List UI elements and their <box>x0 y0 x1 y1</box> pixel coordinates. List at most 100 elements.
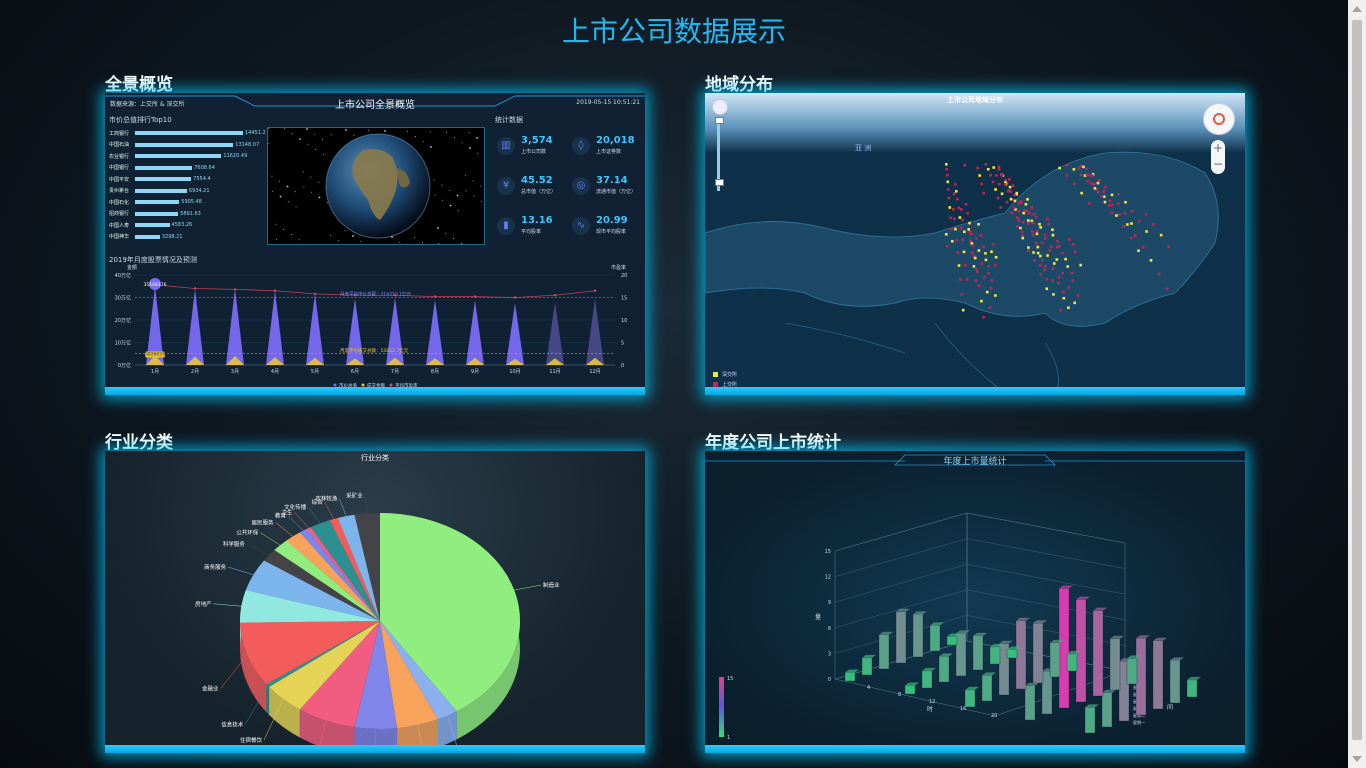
annual-bar <box>964 689 976 708</box>
star <box>445 232 447 234</box>
x-tick-label: 4 <box>867 685 870 691</box>
scroll-thumb[interactable] <box>1352 20 1362 740</box>
company-marker <box>1049 245 1053 249</box>
globe-toggle-icon[interactable] <box>712 99 728 115</box>
star <box>279 180 281 182</box>
ranking-name: 工商银行 <box>109 130 130 137</box>
star <box>345 129 347 131</box>
star <box>360 240 362 242</box>
china-map[interactable] <box>705 93 1245 395</box>
pie-slice-label: 商务服务 <box>204 563 227 571</box>
vertical-scrollbar[interactable] <box>1348 0 1366 768</box>
region-panel[interactable]: 上市公司地域分布 亚 洲 + − 深交所 上交所 <box>705 93 1245 395</box>
company-marker <box>1000 174 1004 177</box>
company-marker <box>980 262 983 265</box>
star <box>384 130 386 132</box>
y-tick-label: 30万亿 <box>115 295 131 302</box>
star <box>457 210 459 212</box>
map-legend-item[interactable]: 深交所 <box>713 371 737 378</box>
company-marker <box>1133 234 1137 237</box>
globe-view[interactable] <box>267 127 485 245</box>
overview-panel[interactable]: 数据来源：上交所 & 深交所 上市公司全景概览 2019-05-15 10:51… <box>105 93 645 395</box>
company-marker <box>1118 213 1121 216</box>
company-marker <box>961 218 965 222</box>
company-marker <box>995 174 998 177</box>
company-marker <box>994 294 997 297</box>
stat-value: 20.99 <box>596 215 628 226</box>
star <box>330 134 332 136</box>
star <box>271 175 273 177</box>
ranking-row: 中国人寿 4583.26 <box>109 221 192 229</box>
stat-label: 上市证券数 <box>596 149 622 155</box>
company-marker <box>1039 226 1042 229</box>
company-marker <box>1021 236 1025 240</box>
company-marker <box>1110 211 1114 215</box>
star <box>437 227 439 229</box>
annual-bar-top <box>1059 585 1073 589</box>
star <box>461 142 463 144</box>
earth-globe-image <box>268 128 483 244</box>
company-marker <box>945 233 948 236</box>
avg-total-label: 月度平均市价总额：314313.1亿元 <box>340 291 411 298</box>
zoom-in-button[interactable]: + <box>1211 140 1225 156</box>
company-marker <box>971 244 975 247</box>
company-marker <box>1032 251 1035 254</box>
annual-panel[interactable]: 年度上市量统计 03691215量48121620时星期一星期二星期三星期四星期… <box>705 451 1245 753</box>
ranking-name: 农业银行 <box>109 153 130 160</box>
pie-label-connector <box>324 501 335 520</box>
compass-icon[interactable] <box>1203 103 1235 135</box>
company-marker <box>1082 165 1085 169</box>
pie-slice-label: 住宿餐饮 <box>240 736 263 744</box>
min-label: 5826659 <box>145 352 165 358</box>
ranking-bar <box>135 142 234 147</box>
zoom-slider-top-handle[interactable] <box>715 117 724 124</box>
company-marker <box>977 249 981 252</box>
timestamp: 2019-05-15 10:51:21 <box>576 99 640 106</box>
scroll-down-icon[interactable] <box>1352 756 1362 762</box>
company-marker <box>1126 223 1129 226</box>
company-marker <box>1046 218 1049 221</box>
company-marker <box>1144 213 1148 216</box>
monthly-chart[interactable]: 金额 市盈率 0万亿 10万亿 20万亿 30万亿 40万亿 0 5 10 15 20 1月 2月 3月 4月… <box>105 263 645 393</box>
company-marker <box>1038 264 1042 267</box>
scroll-up-icon[interactable] <box>1352 6 1362 12</box>
zoom-out-button[interactable]: − <box>1211 156 1225 172</box>
star <box>464 175 466 177</box>
x-tick-label: 7月 <box>391 369 399 375</box>
y-tick-label: 星期一 <box>1133 719 1145 725</box>
company-marker <box>963 230 966 234</box>
company-marker <box>1036 245 1040 249</box>
ranking-name: 贵州茅台 <box>109 188 130 194</box>
ranking-value: 7554.4 <box>193 176 211 182</box>
industry-pie-chart[interactable]: 制造业水电煤气建筑业批发零售运输仓储住宿餐饮信息技术金融业房地产商务服务科学服务… <box>105 451 645 753</box>
pie-label-connector <box>364 495 368 514</box>
industry-panel[interactable]: 行业分类 制造业水电煤气建筑业批发零售运输仓储住宿餐饮信息技术金融业房地产商务服… <box>105 451 645 753</box>
company-marker <box>1096 181 1100 185</box>
company-marker <box>1033 259 1036 262</box>
region-section-title: 地域分布 <box>705 75 773 95</box>
company-marker <box>1003 183 1007 186</box>
zoom-slider-handle[interactable] <box>715 179 724 186</box>
star <box>446 131 448 133</box>
star <box>344 230 346 232</box>
company-marker <box>979 233 983 237</box>
company-marker <box>983 276 986 279</box>
stat-label: 现市平均股率 <box>596 229 627 235</box>
pie-slice-label: 金融业 <box>202 685 219 693</box>
y-axis-title: 金额 <box>127 264 137 271</box>
company-marker <box>953 183 957 186</box>
company-marker <box>982 315 985 319</box>
company-marker <box>1055 258 1059 261</box>
z-grid-line <box>834 512 968 552</box>
annual-bar <box>1049 642 1061 678</box>
ranking-name: 中国石油 <box>109 142 130 148</box>
star <box>456 194 459 197</box>
annual-3d-bar-chart[interactable]: 03691215量48121620时星期一星期二星期三星期四星期五星期六星期天间… <box>705 451 1245 753</box>
company-marker <box>1034 215 1038 219</box>
star <box>460 243 462 244</box>
company-marker <box>1137 249 1140 253</box>
pie-slice-side <box>266 684 270 715</box>
z-tick-label: 12 <box>825 575 831 581</box>
annual-bar <box>1152 640 1164 710</box>
total-value-triangle <box>586 298 604 365</box>
